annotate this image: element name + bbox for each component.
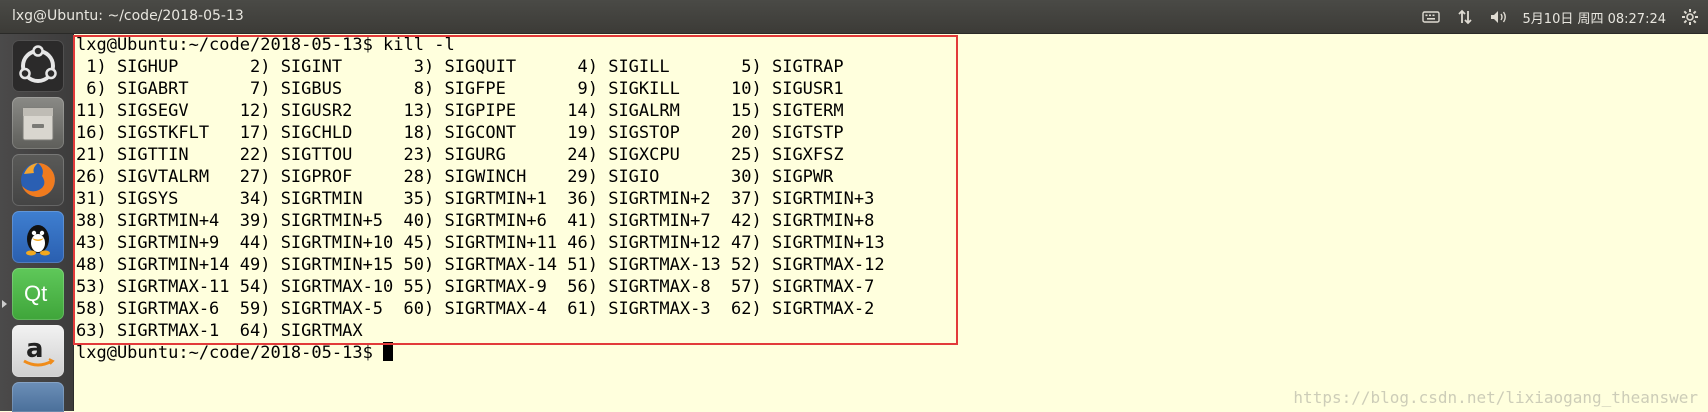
volume-icon[interactable] — [1489, 7, 1509, 27]
files-icon[interactable] — [12, 97, 64, 149]
running-indicator — [2, 300, 7, 308]
terminal-line: 26) SIGVTALRM 27) SIGPROF 28) SIGWINCH 2… — [76, 167, 834, 187]
window-title: lxg@Ubuntu: ~/code/2018-05-13 — [12, 8, 244, 24]
terminal-line: 11) SIGSEGV 12) SIGUSR2 13) SIGPIPE 14) … — [76, 101, 844, 121]
qq-icon[interactable] — [12, 211, 64, 263]
terminal-line: 63) SIGRTMAX-1 64) SIGRTMAX — [76, 321, 363, 341]
terminal-line: 31) SIGSYS 34) SIGRTMIN 35) SIGRTMIN+1 3… — [76, 189, 875, 209]
terminal-line: 53) SIGRTMAX-11 54) SIGRTMAX-10 55) SIGR… — [76, 277, 875, 297]
top-panel: lxg@Ubuntu: ~/code/2018-05-13 5月10日 周四 0… — [0, 0, 1708, 34]
terminal-line: 48) SIGRTMIN+14 49) SIGRTMIN+15 50) SIGR… — [76, 255, 885, 275]
terminal-line: 16) SIGSTKFLT 17) SIGCHLD 18) SIGCONT 19… — [76, 123, 844, 143]
launcher-item-partial[interactable] — [12, 382, 64, 412]
terminal-line: 38) SIGRTMIN+4 39) SIGRTMIN+5 40) SIGRTM… — [76, 211, 875, 231]
clock[interactable]: 5月10日 周四 08:27:24 — [1523, 8, 1666, 27]
terminal-prompt-line[interactable]: lxg@Ubuntu:~/code/2018-05-13$ — [76, 342, 885, 364]
terminal-line: 43) SIGRTMIN+9 44) SIGRTMIN+10 45) SIGRT… — [76, 233, 885, 253]
terminal-output: lxg@Ubuntu:~/code/2018-05-13$ kill -l 1)… — [76, 34, 885, 364]
terminal-area[interactable]: lxg@Ubuntu:~/code/2018-05-13$ kill -l 1)… — [74, 34, 1708, 411]
amazon-icon[interactable]: a — [12, 325, 64, 377]
system-tray: 5月10日 周四 08:27:24 — [1407, 6, 1700, 28]
terminal-line: 6) SIGABRT 7) SIGBUS 8) SIGFPE 9) SIGKIL… — [76, 79, 844, 99]
launcher: Qt a — [0, 34, 74, 412]
ubuntu-dash-icon[interactable] — [12, 40, 64, 92]
qt-label: Qt — [24, 281, 48, 306]
keyboard-icon[interactable] — [1421, 7, 1441, 27]
terminal-line: 58) SIGRTMAX-6 59) SIGRTMAX-5 60) SIGRTM… — [76, 299, 875, 319]
svg-text:a: a — [26, 334, 44, 364]
firefox-icon[interactable] — [12, 154, 64, 206]
prompt-text: lxg@Ubuntu:~/code/2018-05-13$ — [76, 343, 384, 363]
watermark: https://blog.csdn.net/lixiaogang_theansw… — [1293, 388, 1698, 407]
qt-icon[interactable]: Qt — [12, 268, 64, 320]
terminal-line: 1) SIGHUP 2) SIGINT 3) SIGQUIT 4) SIGILL… — [76, 57, 844, 77]
terminal-line: lxg@Ubuntu:~/code/2018-05-13$ kill -l — [76, 35, 455, 55]
terminal-line: 21) SIGTTIN 22) SIGTTOU 23) SIGURG 24) S… — [76, 145, 844, 165]
gear-icon[interactable] — [1680, 7, 1700, 27]
text-cursor — [383, 342, 394, 361]
network-icon[interactable] — [1455, 7, 1475, 27]
